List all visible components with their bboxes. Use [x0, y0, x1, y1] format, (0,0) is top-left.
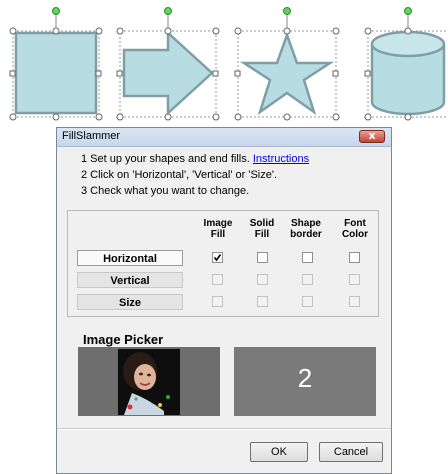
preview-number: 2	[297, 363, 313, 393]
checkbox-vertical-4[interactable]	[349, 274, 360, 285]
checkmark-icon	[213, 254, 222, 262]
column-header-line: Color	[341, 229, 369, 240]
image-picker[interactable]	[78, 347, 220, 416]
arrow-shape[interactable]	[116, 27, 220, 121]
ok-button[interactable]: OK	[250, 442, 308, 462]
column-header-font-color: Font Color	[333, 218, 377, 240]
column-header-image-fill: Image Fill	[196, 218, 240, 240]
column-header-shape-border: Shape border	[284, 218, 328, 240]
checkbox-vertical-3[interactable]	[302, 274, 313, 285]
checkbox-horizontal-4[interactable]	[349, 252, 360, 263]
photo-thumbnail[interactable]	[118, 349, 180, 415]
instruction-step-3: 3 Check what you want to change.	[81, 185, 250, 197]
row-size-button[interactable]: Size	[77, 294, 183, 310]
checkbox-size-2[interactable]	[257, 296, 268, 307]
checkbox-vertical-1[interactable]	[212, 274, 223, 285]
instructions-link[interactable]: Instructions	[253, 153, 309, 165]
row-vertical-button[interactable]: Vertical	[77, 272, 183, 288]
checkbox-size-4[interactable]	[349, 296, 360, 307]
column-header-solid-fill: Solid Fill	[240, 218, 284, 240]
column-header-line: Shape	[290, 218, 321, 229]
square-shape[interactable]	[9, 27, 103, 121]
dialog-titlebar[interactable]: FillSlammer x	[57, 128, 391, 147]
instruction-step-1: 1 Set up your shapes and end fills. Inst…	[81, 151, 309, 167]
fillslammer-dialog: FillSlammer x 1 Set up your shapes and e…	[56, 127, 392, 474]
column-header-line: border	[290, 229, 322, 240]
dialog-title: FillSlammer	[62, 130, 121, 142]
column-header-line: Fill	[254, 229, 270, 240]
checkbox-size-3[interactable]	[302, 296, 313, 307]
checkbox-vertical-2[interactable]	[257, 274, 268, 285]
dialog-divider	[57, 428, 391, 430]
rotation-handles[interactable]	[52, 7, 412, 32]
checkbox-horizontal-3[interactable]	[302, 252, 313, 263]
step-1-text: 1 Set up your shapes and end fills.	[81, 153, 250, 165]
close-button[interactable]: x	[359, 129, 385, 143]
column-header-line: Font	[344, 218, 366, 229]
checkbox-horizontal-2[interactable]	[257, 252, 268, 263]
column-header-line: Solid	[249, 218, 275, 229]
slide-canvas[interactable]	[0, 0, 448, 128]
checkbox-horizontal-1[interactable]	[212, 252, 223, 263]
column-header-line: Fill	[210, 229, 226, 240]
row-horizontal-button[interactable]: Horizontal	[77, 250, 183, 266]
image-preview-box: 2	[234, 347, 376, 416]
image-picker-label: Image Picker	[83, 332, 164, 347]
cylinder-shape[interactable]	[364, 27, 448, 121]
checkbox-size-1[interactable]	[212, 296, 223, 307]
close-icon: x	[368, 129, 376, 142]
cancel-button[interactable]: Cancel	[319, 442, 383, 462]
star-shape[interactable]	[234, 27, 340, 121]
instruction-step-2: 2 Click on 'Horizontal', 'Vertical' or '…	[81, 169, 278, 181]
column-header-line: Image	[203, 218, 233, 229]
instructions: 1 Set up your shapes and end fills. Inst…	[81, 151, 309, 199]
